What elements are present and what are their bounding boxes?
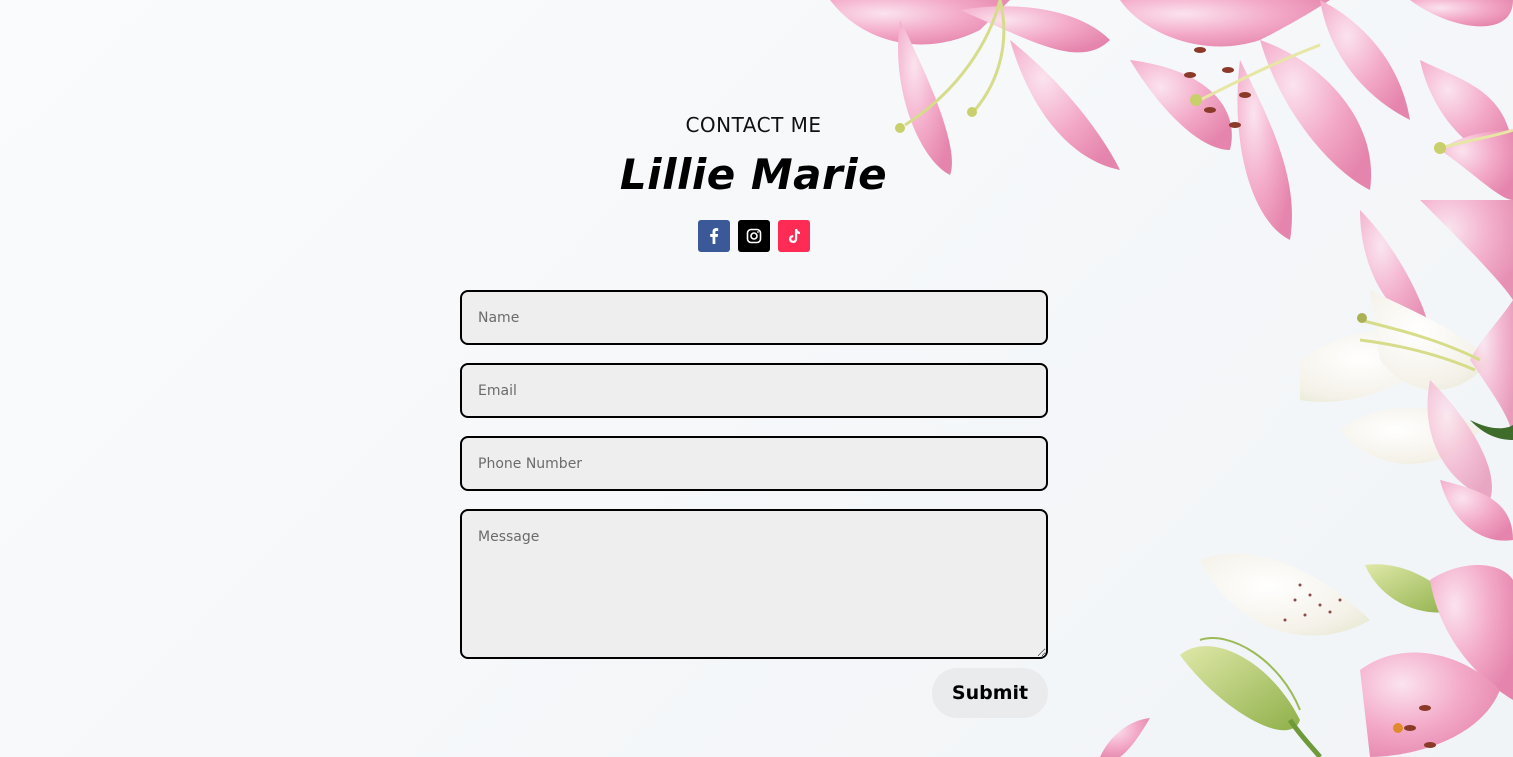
tiktok-icon [787,228,801,244]
instagram-link[interactable] [738,220,770,252]
contact-section: CONTACT ME Lillie Marie Submit [0,0,1513,757]
name-input[interactable] [460,290,1048,345]
section-eyebrow: CONTACT ME [685,113,822,137]
social-links [698,220,810,252]
facebook-link[interactable] [698,220,730,252]
message-textarea[interactable] [460,509,1048,659]
phone-number-input[interactable] [460,436,1048,491]
instagram-icon [746,228,762,244]
facebook-icon [707,228,721,244]
email-input[interactable] [460,363,1048,418]
page-title: Lillie Marie [619,150,888,199]
submit-button[interactable]: Submit [932,668,1048,718]
tiktok-link[interactable] [778,220,810,252]
